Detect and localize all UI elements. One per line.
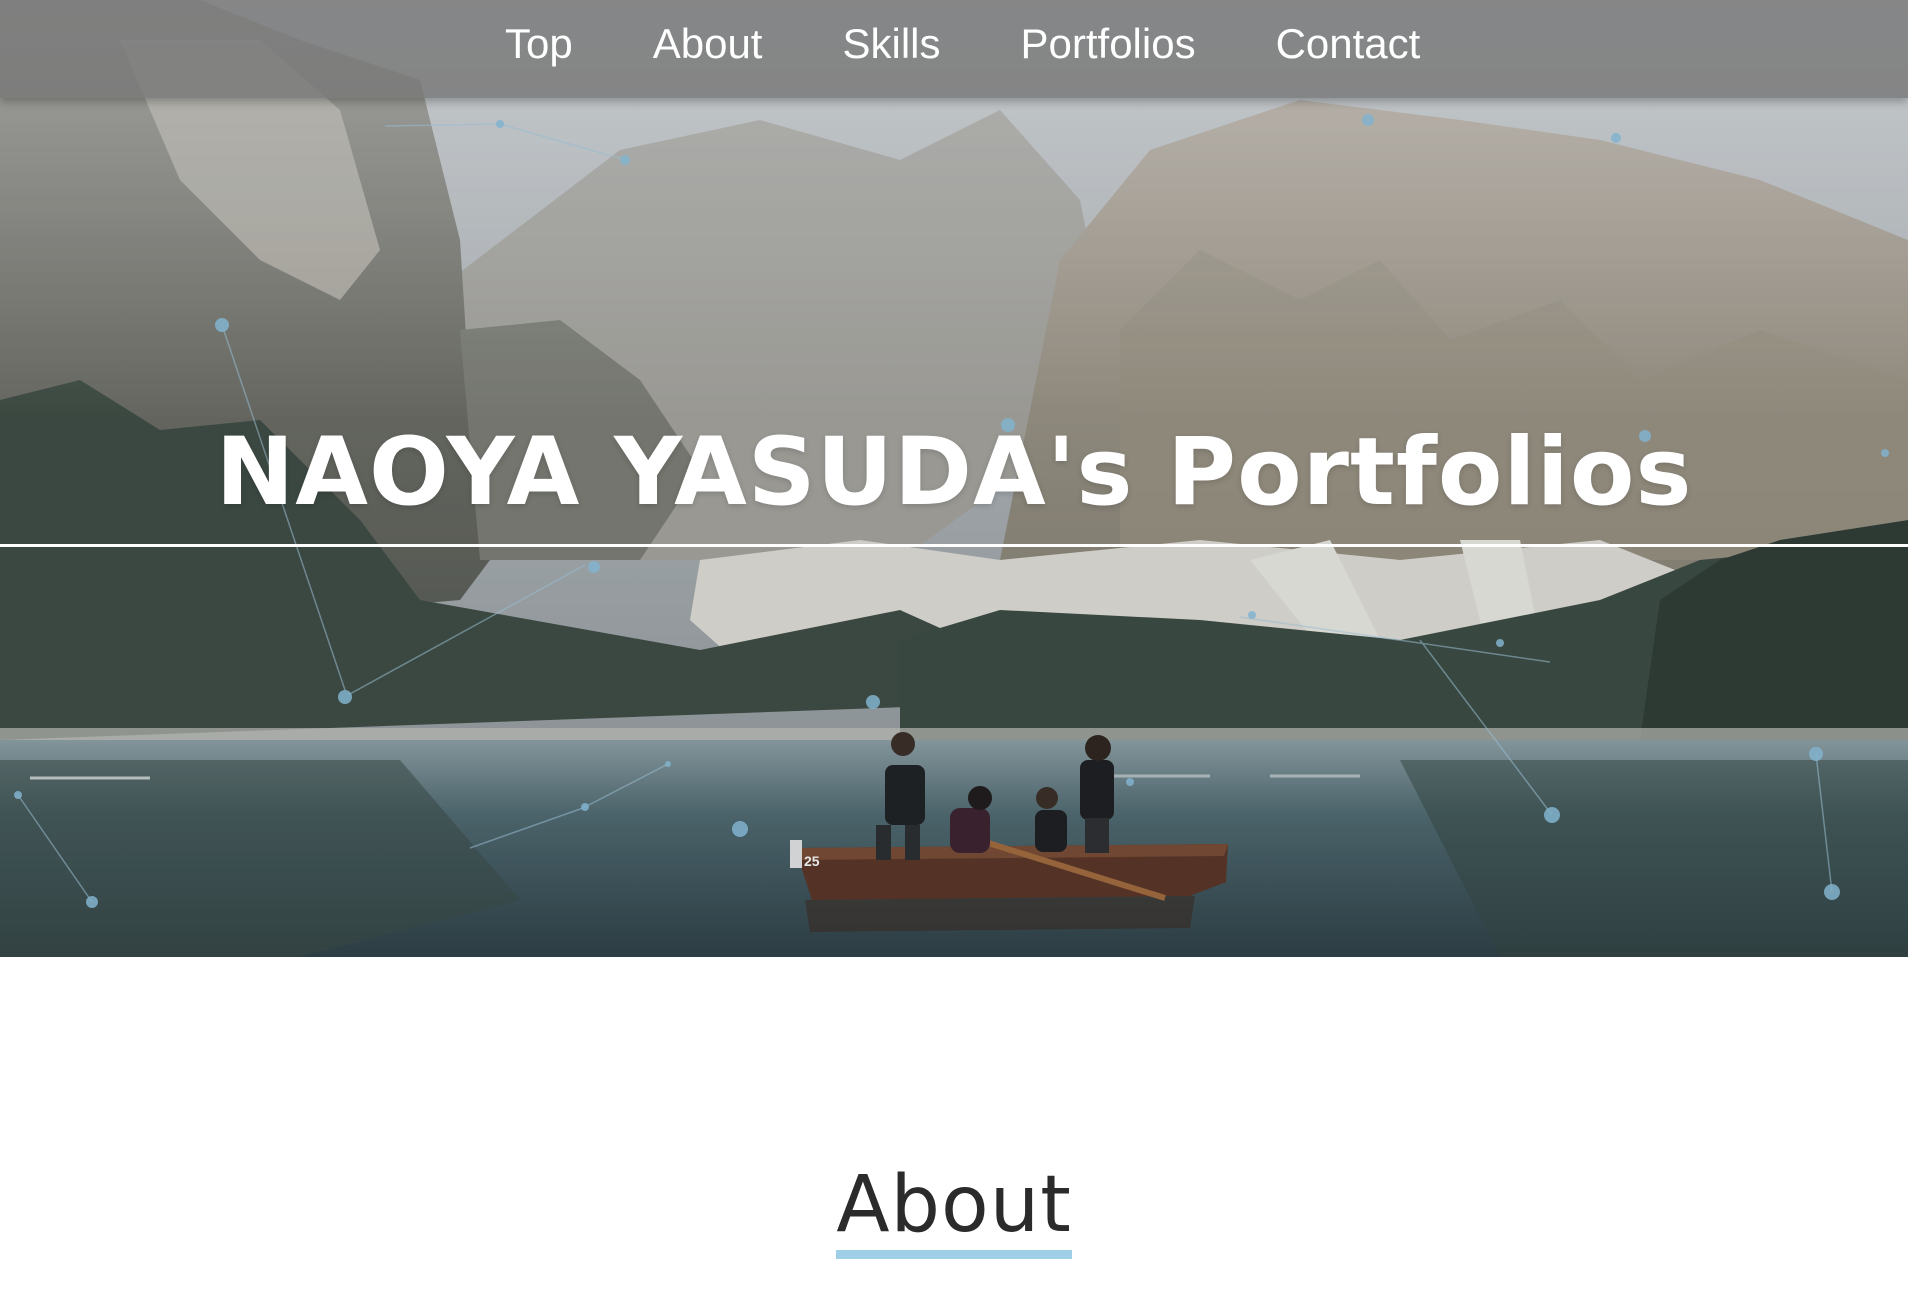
hero-divider-line [0, 544, 1908, 547]
hero-title: NAOYA YASUDA's Portfolios [215, 418, 1693, 527]
portfolio-page: 25 Top About Skills Portfolios Contact N… [0, 0, 1908, 1314]
about-section-heading: About [0, 1160, 1908, 1259]
nav-link-top[interactable]: Top [505, 18, 573, 70]
nav-link-portfolios[interactable]: Portfolios [1021, 18, 1196, 70]
hero-section: 25 Top About Skills Portfolios Contact N… [0, 0, 1908, 957]
nav-menu: Top About Skills Portfolios Contact [505, 18, 1420, 70]
nav-link-skills[interactable]: Skills [842, 18, 940, 70]
top-navigation-bar: Top About Skills Portfolios Contact [0, 0, 1908, 98]
nav-link-about[interactable]: About [653, 18, 763, 70]
about-heading-text: About [836, 1160, 1072, 1259]
nav-link-contact[interactable]: Contact [1276, 18, 1421, 70]
